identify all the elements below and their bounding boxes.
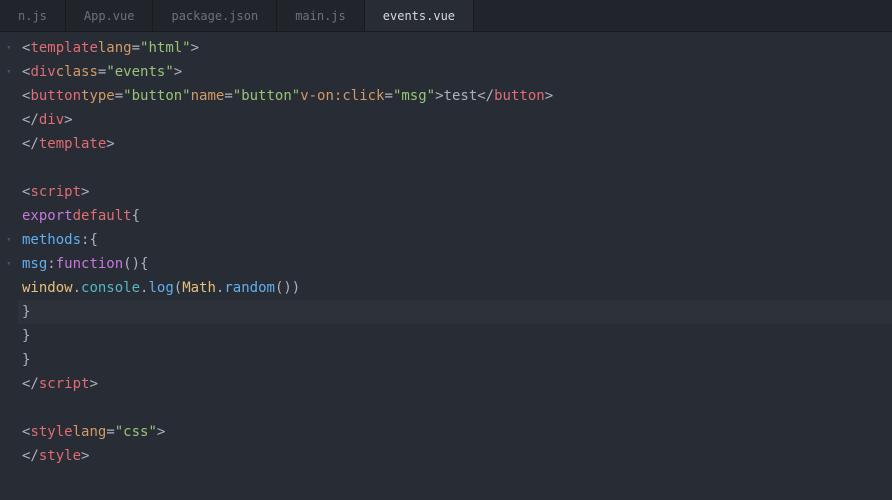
code-line: } xyxy=(18,348,892,372)
fold-icon[interactable]: ▾ xyxy=(6,67,11,77)
tab-events-vue[interactable]: events.vue xyxy=(365,0,474,31)
code-line: <style lang="css"> xyxy=(18,420,892,444)
code-line: methods:{ xyxy=(18,228,892,252)
code-line: } xyxy=(18,324,892,348)
code-line: </style> xyxy=(18,444,892,468)
code-area[interactable]: <template lang="html"> <div class="event… xyxy=(18,32,892,500)
code-line: } xyxy=(18,300,892,324)
code-line xyxy=(18,396,892,420)
code-line: window.console.log(Math.random()) xyxy=(18,276,892,300)
code-line: <script> xyxy=(18,180,892,204)
code-line: <div class="events"> xyxy=(18,60,892,84)
fold-icon[interactable]: ▾ xyxy=(6,259,11,269)
fold-gutter: ▾ ▾ ▾ ▾ xyxy=(0,32,18,500)
editor: ▾ ▾ ▾ ▾ <template lang="html"> <div clas… xyxy=(0,32,892,500)
fold-icon[interactable]: ▾ xyxy=(6,43,11,53)
tab-n-js[interactable]: n.js xyxy=(0,0,66,31)
tab-app-vue[interactable]: App.vue xyxy=(66,0,154,31)
code-line xyxy=(18,156,892,180)
code-line: <button type="button" name="button" v-on… xyxy=(18,84,892,108)
tab-main-js[interactable]: main.js xyxy=(277,0,365,31)
tab-bar: n.js App.vue package.json main.js events… xyxy=(0,0,892,32)
fold-icon[interactable]: ▾ xyxy=(6,235,11,245)
code-line: </template> xyxy=(18,132,892,156)
code-line: </script> xyxy=(18,372,892,396)
code-line: <template lang="html"> xyxy=(18,36,892,60)
code-line: </div> xyxy=(18,108,892,132)
code-line: export default{ xyxy=(18,204,892,228)
code-line: msg:function(){ xyxy=(18,252,892,276)
tab-package-json[interactable]: package.json xyxy=(153,0,277,31)
